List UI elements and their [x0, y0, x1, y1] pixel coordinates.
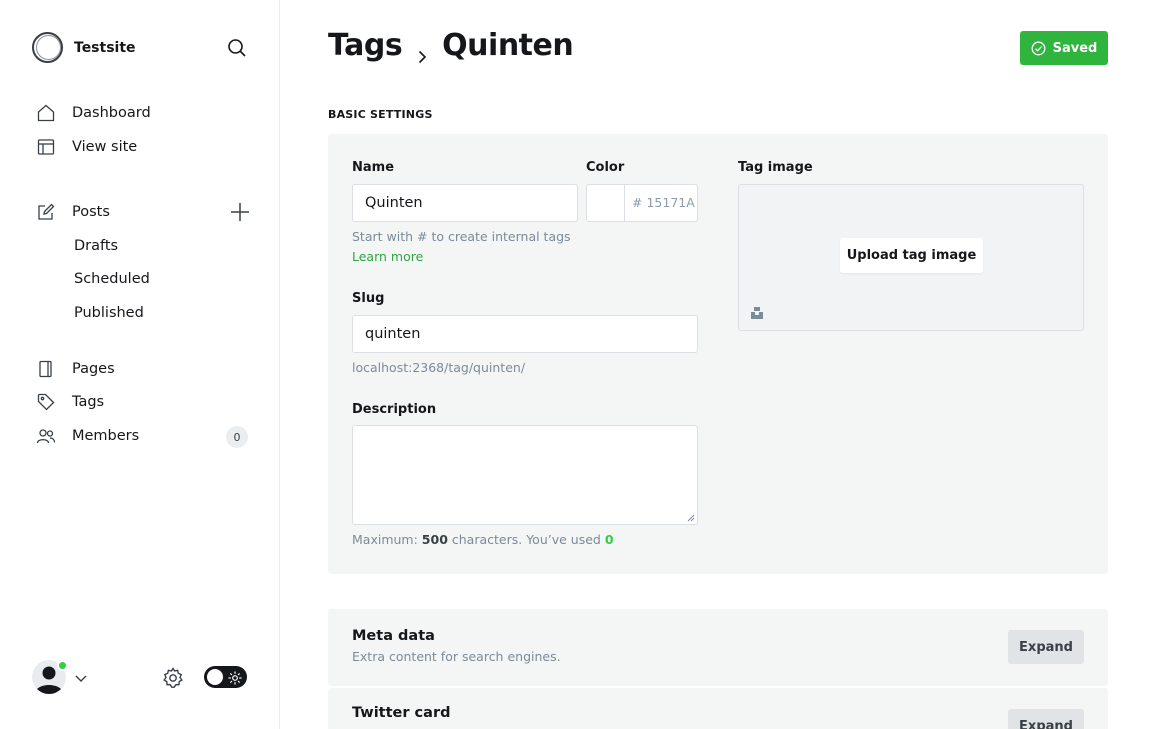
- sidebar-item-label: Pages: [72, 361, 115, 377]
- page-icon: [36, 359, 56, 379]
- meta-data-card: Meta data Extra content for search engin…: [328, 609, 1108, 686]
- edit-icon: [36, 202, 56, 222]
- slug-value: quinten: [365, 326, 421, 342]
- basic-settings-panel: Name Quinten Start with # to create inte…: [328, 134, 1108, 574]
- tag-image-label: Tag image: [738, 160, 813, 175]
- chevron-down-icon[interactable]: [74, 670, 88, 684]
- home-icon: [36, 103, 56, 123]
- members-icon: [36, 426, 56, 446]
- upload-tag-image-button[interactable]: Upload tag image: [840, 238, 983, 273]
- description-counter: Maximum: 500 characters. You’ve used 0: [352, 532, 614, 547]
- layout-icon: [36, 137, 56, 157]
- sidebar-item-pages[interactable]: Pages: [36, 356, 251, 382]
- name-label: Name: [352, 160, 395, 175]
- dark-mode-toggle[interactable]: [204, 666, 247, 688]
- members-count-badge: 0: [226, 426, 248, 448]
- color-text[interactable]: # 15171A: [632, 195, 695, 210]
- saved-label: Saved: [1052, 40, 1098, 56]
- sidebar: Testsite Dashboard View site Posts Draft…: [0, 0, 280, 729]
- sidebar-item-published[interactable]: Published: [74, 301, 144, 325]
- page-title: Tags Quinten: [328, 28, 574, 63]
- gear-icon[interactable]: [161, 666, 185, 690]
- sidebar-item-label: Published: [74, 305, 144, 321]
- meta-data-title: Meta data: [352, 628, 435, 644]
- twitter-card-title: Twitter card: [352, 705, 451, 721]
- sidebar-item-label: View site: [72, 139, 138, 155]
- breadcrumb-parent[interactable]: Tags: [328, 28, 403, 63]
- description-textarea[interactable]: [352, 425, 698, 525]
- sidebar-item-tags[interactable]: Tags: [36, 389, 251, 415]
- sidebar-item-label: Members: [72, 428, 140, 444]
- sidebar-item-label: Posts: [72, 204, 110, 220]
- sidebar-item-view-site[interactable]: View site: [36, 134, 251, 160]
- sidebar-item-label: Tags: [72, 394, 105, 410]
- online-status-dot: [57, 660, 68, 671]
- saved-button[interactable]: Saved: [1020, 31, 1108, 65]
- name-input[interactable]: Quinten: [352, 184, 578, 222]
- name-hint: Start with # to create internal tags: [352, 229, 571, 244]
- breadcrumb-current: Quinten: [442, 28, 574, 63]
- sidebar-item-scheduled[interactable]: Scheduled: [74, 267, 150, 291]
- site-name: Testsite: [74, 39, 136, 56]
- tag-icon: [36, 392, 56, 412]
- section-title: BASIC SETTINGS: [328, 108, 433, 121]
- search-icon[interactable]: [225, 36, 249, 60]
- slug-input[interactable]: quinten: [352, 315, 698, 353]
- resize-grip-icon[interactable]: [687, 514, 695, 522]
- twitter-card-card: Twitter card Expand: [328, 688, 1108, 729]
- slug-url: localhost:2368/tag/quinten/: [352, 360, 526, 375]
- site-brand[interactable]: Testsite: [32, 32, 136, 63]
- color-label: Color: [586, 160, 625, 175]
- meta-data-desc: Extra content for search engines.: [352, 649, 561, 664]
- main-content: Tags Quinten Saved BASIC SETTINGS Name Q…: [280, 0, 1156, 729]
- sidebar-item-label: Drafts: [74, 238, 119, 254]
- new-post-plus-icon[interactable]: [229, 201, 251, 223]
- site-logo: [32, 32, 63, 63]
- meta-data-expand-button[interactable]: Expand: [1008, 630, 1084, 664]
- slug-label: Slug: [352, 291, 385, 306]
- toggle-knob: [207, 669, 223, 685]
- check-circle-icon: [1031, 41, 1046, 55]
- sidebar-item-dashboard[interactable]: Dashboard: [36, 100, 251, 126]
- sidebar-item-members[interactable]: Members 0: [36, 423, 251, 449]
- sidebar-item-label: Scheduled: [74, 271, 150, 287]
- sidebar-item-posts[interactable]: Posts: [36, 199, 251, 225]
- sidebar-item-label: Dashboard: [72, 105, 151, 121]
- twitter-card-expand-button[interactable]: Expand: [1008, 709, 1084, 729]
- tag-image-dropzone[interactable]: Upload tag image: [738, 184, 1084, 331]
- chevron-right-icon: [414, 38, 430, 63]
- color-input[interactable]: # 15171A: [586, 184, 698, 222]
- sidebar-item-drafts[interactable]: Drafts: [74, 234, 118, 258]
- sidebar-footer: [32, 660, 248, 694]
- description-label: Description: [352, 402, 437, 417]
- unsplash-icon[interactable]: [750, 305, 764, 319]
- sun-icon: [228, 670, 242, 685]
- learn-more-link[interactable]: Learn more: [352, 249, 423, 264]
- name-value: Quinten: [365, 195, 423, 211]
- color-swatch[interactable]: [587, 185, 625, 221]
